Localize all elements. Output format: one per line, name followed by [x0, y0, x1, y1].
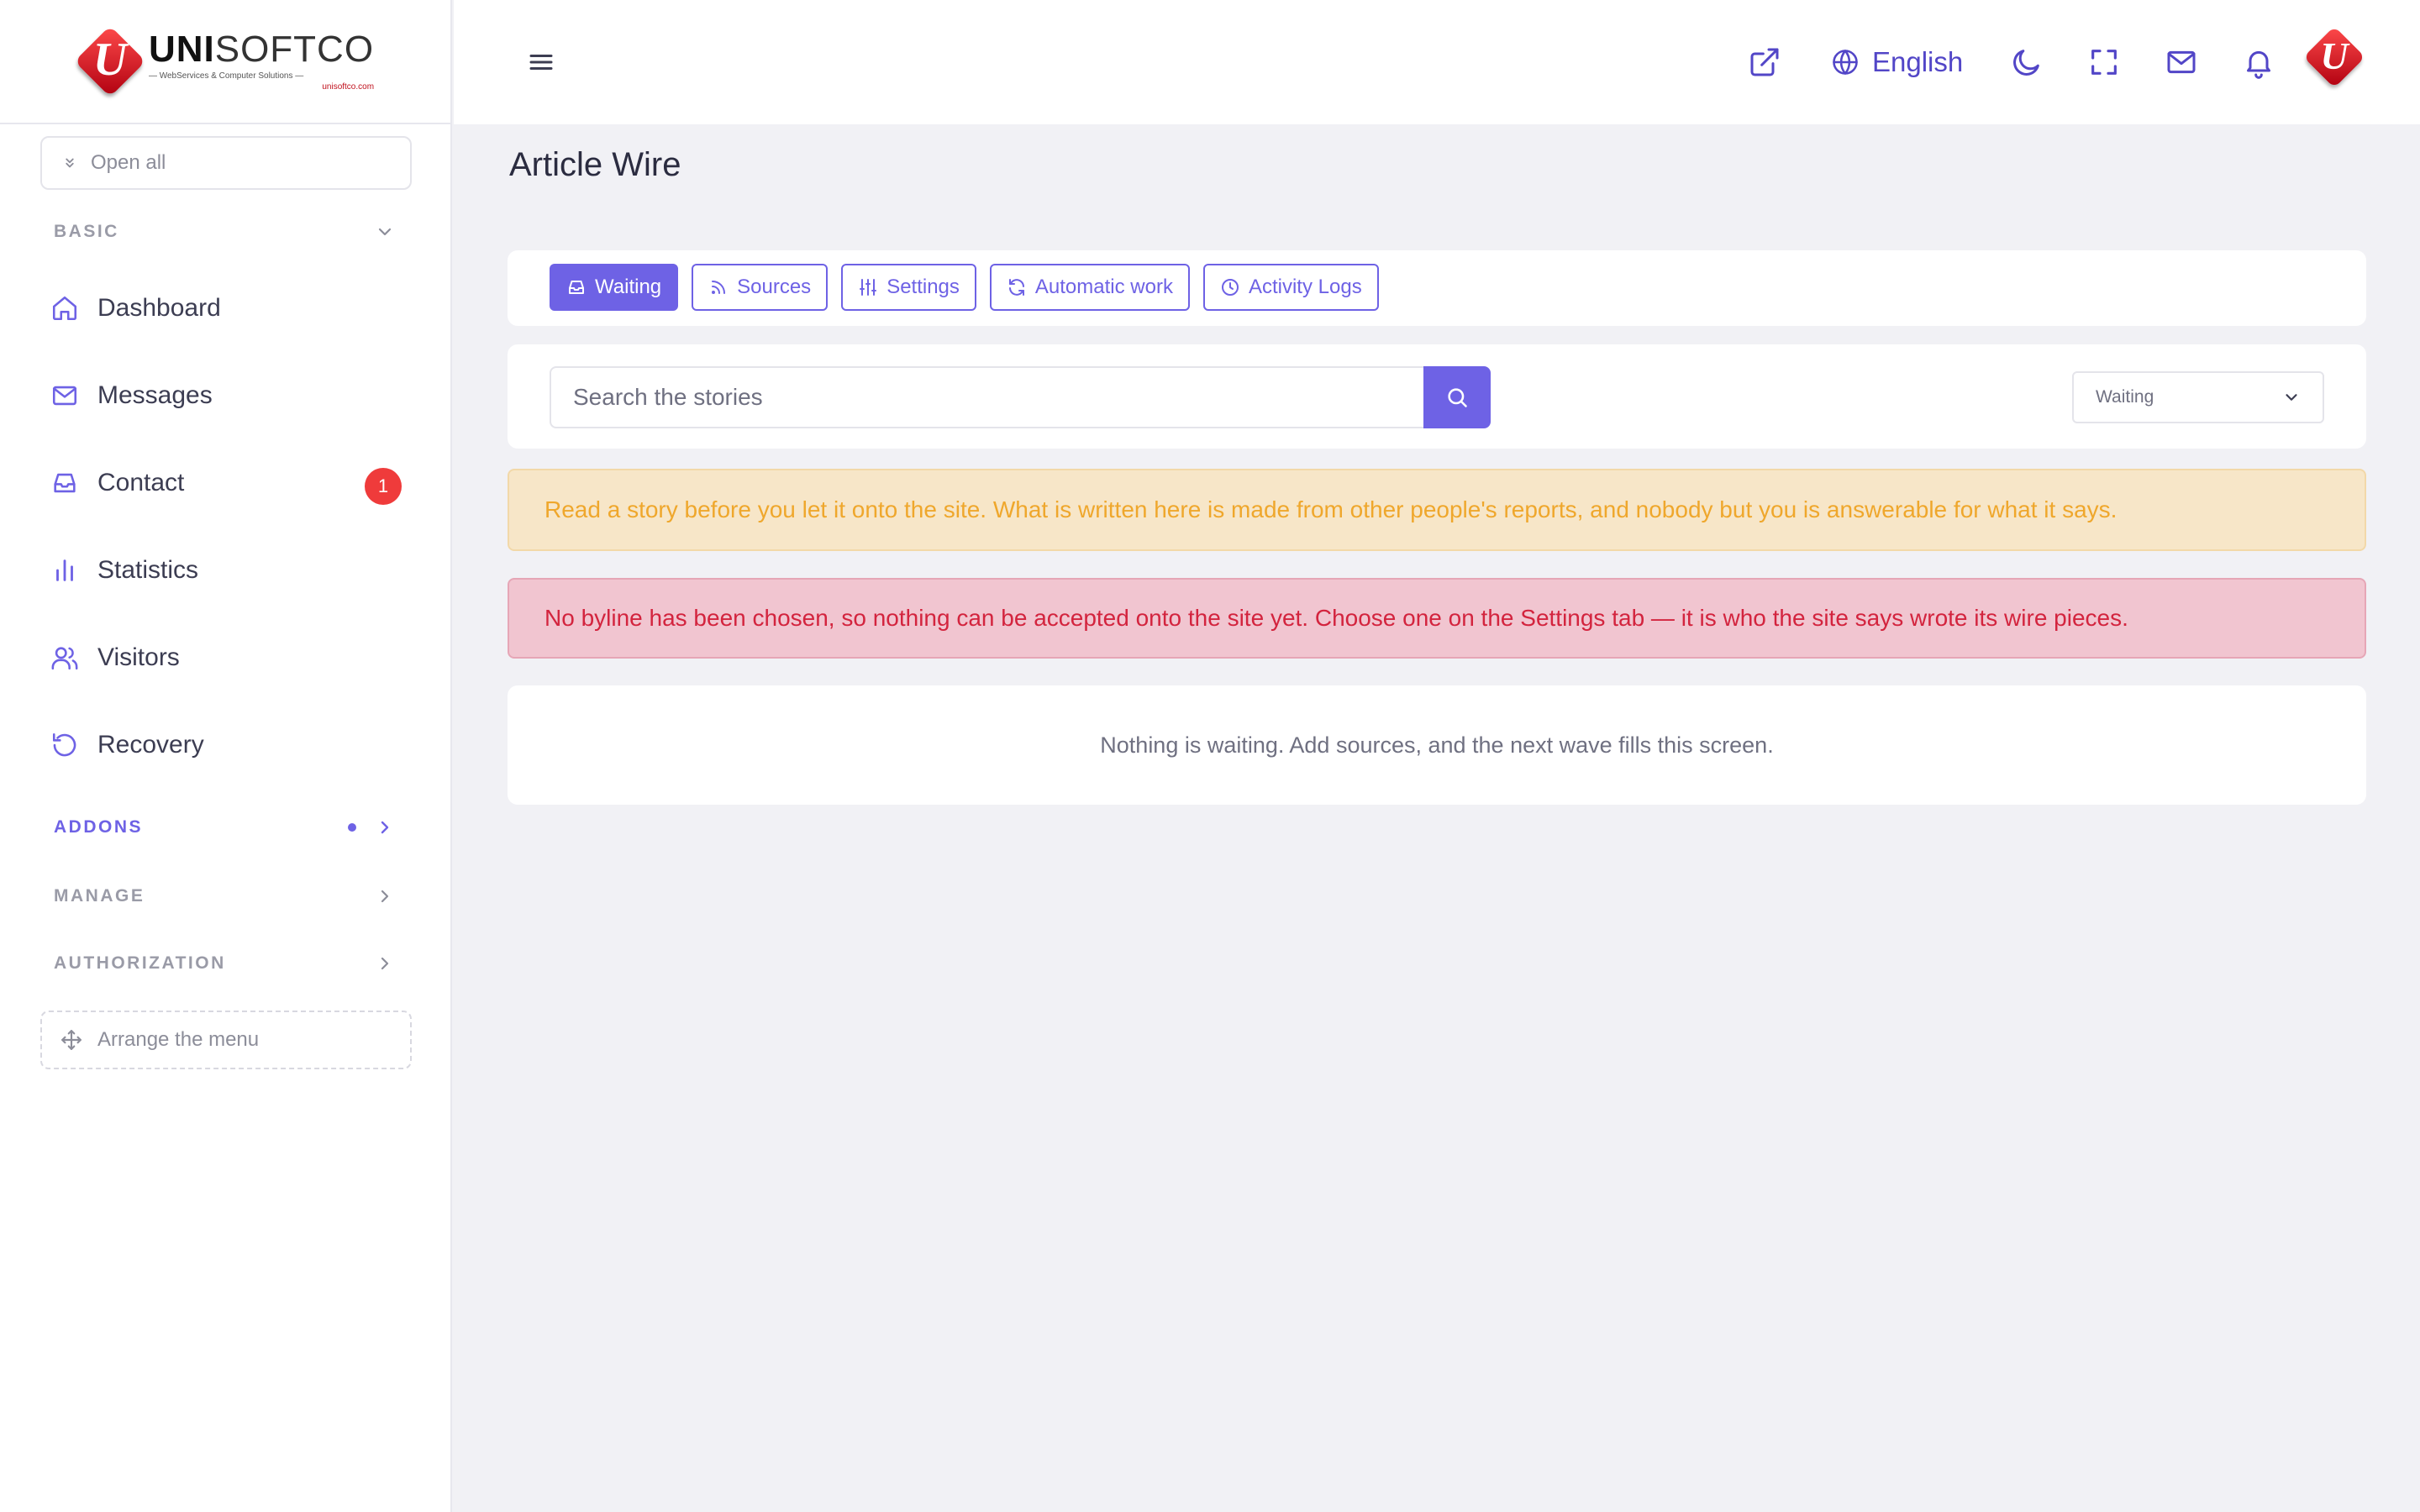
- refresh-icon: [1008, 279, 1024, 296]
- sidebar-item-visitors[interactable]: Visitors: [50, 631, 403, 685]
- danger-alert-text: No byline has been chosen, so nothing ca…: [544, 605, 2128, 631]
- tab-label: Waiting: [595, 276, 662, 298]
- tabs-card: Waiting Sources Settings Automatic work …: [508, 250, 2366, 326]
- danger-alert: No byline has been chosen, so nothing ca…: [508, 578, 2366, 659]
- inbox-icon: [54, 473, 76, 493]
- globe-icon: [1833, 50, 1858, 75]
- tab-label: Settings: [886, 276, 960, 298]
- tab-label: Activity Logs: [1248, 276, 1362, 298]
- warning-alert: Read a story before you let it onto the …: [508, 469, 2366, 551]
- status-filter-value: Waiting: [2096, 387, 2154, 407]
- chevron-right-icon: [381, 890, 389, 903]
- section-manage-label: MANAGE: [54, 886, 145, 906]
- brand-url: unisoftco.com: [322, 82, 375, 92]
- warning-alert-text: Read a story before you let it onto the …: [544, 496, 2118, 522]
- users-icon: [51, 647, 78, 670]
- arrange-menu-label: Arrange the menu: [97, 1028, 260, 1051]
- sidebar-item-label: Recovery: [97, 731, 204, 759]
- sidebar-item-statistics[interactable]: Statistics: [50, 543, 403, 597]
- sidebar-item-messages[interactable]: Messages: [50, 369, 403, 423]
- sidebar-item-recovery[interactable]: Recovery: [50, 718, 403, 772]
- sidebar-item-dashboard[interactable]: Dashboard: [50, 281, 403, 335]
- language-switcher[interactable]: English: [1830, 44, 1963, 81]
- tab-label: Sources: [737, 276, 812, 298]
- tab-waiting[interactable]: Waiting: [550, 264, 679, 311]
- moon-icon[interactable]: [2010, 45, 2044, 79]
- chevron-right-icon: [381, 957, 389, 970]
- bar-chart-icon: [56, 559, 73, 581]
- chevron-right-icon: [381, 821, 389, 834]
- sidebar: U UNISOFTCO — WebServices & Computer Sol…: [0, 0, 452, 1512]
- section-authorization-label: AUTHORIZATION: [54, 953, 226, 973]
- search-icon: [1448, 388, 1467, 407]
- arrange-menu-button[interactable]: Arrange the menu: [40, 1011, 412, 1069]
- tab-activity-logs[interactable]: Activity Logs: [1202, 264, 1379, 311]
- tab-bar: Waiting Sources Settings Automatic work …: [550, 264, 1379, 311]
- mail-icon[interactable]: [2165, 45, 2198, 79]
- brand-logo[interactable]: U UNISOFTCO — WebServices & Computer Sol…: [0, 0, 450, 124]
- menu-icon[interactable]: [526, 47, 556, 77]
- chevrons-down-icon: [66, 158, 74, 168]
- history-icon: [52, 732, 76, 757]
- bell-icon[interactable]: [2242, 45, 2275, 79]
- clock-icon: [1221, 279, 1239, 296]
- section-addons[interactable]: ADDONS: [54, 817, 395, 837]
- open-all-button[interactable]: Open all: [40, 136, 412, 190]
- user-avatar[interactable]: U: [2303, 26, 2365, 88]
- section-basic[interactable]: BASIC: [54, 222, 395, 242]
- move-icon: [61, 1030, 82, 1050]
- contact-count-badge: 1: [365, 468, 402, 505]
- status-filter-select[interactable]: Waiting: [2072, 371, 2324, 423]
- brand-name: UNISOFTCO: [148, 29, 375, 70]
- section-manage[interactable]: MANAGE: [54, 886, 395, 906]
- sidebar-item-label: Dashboard: [97, 294, 221, 322]
- sidebar-item-label: Statistics: [97, 556, 199, 584]
- search-card: Waiting: [508, 344, 2366, 449]
- rss-icon: [712, 281, 726, 294]
- search-input[interactable]: [550, 366, 1423, 428]
- tab-label: Automatic work: [1034, 276, 1173, 298]
- search-button[interactable]: [1423, 366, 1491, 428]
- open-all-label: Open all: [91, 151, 166, 174]
- tab-settings[interactable]: Settings: [841, 264, 976, 311]
- mail-icon: [52, 386, 77, 406]
- section-authorization[interactable]: AUTHORIZATION: [54, 953, 395, 974]
- tab-automatic-work[interactable]: Automatic work: [989, 264, 1190, 311]
- section-basic-label: BASIC: [54, 222, 119, 241]
- home-icon: [52, 296, 77, 321]
- tab-sources[interactable]: Sources: [692, 264, 829, 311]
- topbar: English U: [454, 0, 2420, 124]
- sidebar-item-contact[interactable]: Contact 1: [50, 456, 403, 510]
- sidebar-item-label: Contact: [97, 469, 185, 496]
- empty-state-text: Nothing is waiting. Add sources, and the…: [1100, 732, 1774, 758]
- logo-mark-icon: U: [74, 25, 146, 97]
- language-label: English: [1872, 46, 1964, 77]
- active-dot-icon: [348, 823, 356, 832]
- sidebar-item-label: Messages: [97, 381, 213, 409]
- external-link-icon[interactable]: [1748, 45, 1781, 79]
- inbox-icon: [569, 281, 584, 294]
- section-addons-label: ADDONS: [54, 817, 144, 837]
- sidebar-item-label: Visitors: [97, 643, 180, 671]
- sliders-icon: [860, 279, 877, 296]
- fullscreen-icon[interactable]: [2087, 45, 2121, 79]
- chevron-down-icon: [2286, 394, 2297, 401]
- empty-state-card: Nothing is waiting. Add sources, and the…: [508, 685, 2366, 805]
- brand-tagline: — WebServices & Computer Solutions —: [148, 71, 304, 81]
- page-title: Article Wire: [509, 146, 681, 183]
- chevron-down-icon: [378, 228, 392, 236]
